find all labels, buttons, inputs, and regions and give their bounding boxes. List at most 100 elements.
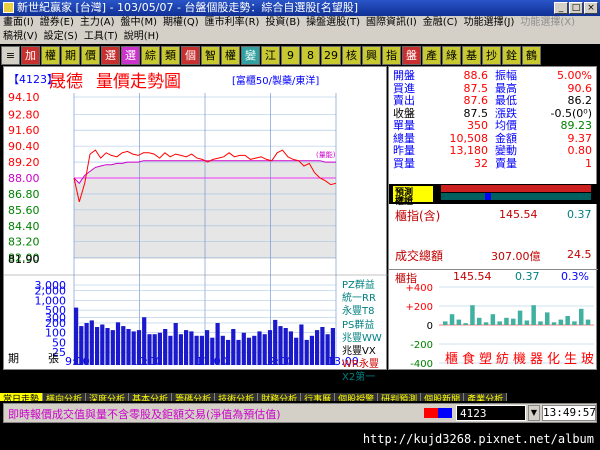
toolbar-button[interactable]: 8 [301,46,320,65]
intraday-chart[interactable]: 94.10 92.80 91.60 90.40 89.20 88.00 86.80 85.60… [4,67,388,371]
mini-tick-label: +200 [406,302,433,313]
broker-item[interactable]: 統一RR [342,292,390,305]
quote-value-2: 5.00% [557,69,592,82]
toolbar-button[interactable]: 產 [422,46,441,65]
menu-item[interactable]: 稿視(V) [0,30,41,44]
index-label: 櫃指(含) [395,209,441,223]
broker-item[interactable]: WR永豐 [342,358,390,371]
toolbar-button[interactable]: 指 [382,46,401,65]
broker-item[interactable]: 永豐T8 [342,305,390,318]
toolbar-button[interactable]: 智 [201,46,220,65]
stock-code-input-box[interactable]: 4123 [456,405,526,421]
broker-item[interactable]: 兆豐VX [342,345,390,358]
sector-label[interactable]: 櫃 [445,352,458,367]
toolbar-button[interactable]: 29 [321,46,341,65]
sector-bar-chart[interactable]: +400 +200 0 -200 -400 櫃食塑紡機器化生玻 [389,283,598,369]
toolbar-button[interactable]: 類 [161,46,180,65]
buy-sell-bar [441,185,591,192]
tab-0[interactable]: 當日走勢 [0,393,44,401]
sector-label[interactable]: 塑 [479,352,492,367]
tab-3[interactable]: 基本分析 [129,393,173,401]
broker-item[interactable]: X2第一 [342,371,390,384]
menu-item[interactable]: 工具(T) [81,30,121,44]
menu-item[interactable]: 功能選擇(X) [517,16,578,30]
tab-1[interactable]: 橫向分析 [43,393,87,401]
quote-label: 昨量 [393,144,415,157]
maximize-button[interactable]: □ [569,2,583,14]
quote-value: 32 [474,156,488,170]
minimize-button[interactable]: _ [554,2,568,14]
sector-bar [517,310,523,325]
tab-10[interactable]: 個股新聞 [421,393,465,401]
mini-index-change: 0.37 [515,270,540,283]
toolbar-button[interactable]: 加 [21,46,40,65]
sector-label[interactable]: 食 [462,351,475,367]
dropdown-arrow-icon[interactable]: ▼ [528,405,540,421]
menu-item[interactable]: 投資(B) [262,16,303,30]
close-button[interactable]: × [584,2,598,14]
turnover-change: 24.5 [567,248,592,261]
sector-bar [545,312,550,325]
quote-label: 開盤 [393,69,415,82]
menu-item[interactable]: 金融(C) [420,16,461,30]
menu-item[interactable]: 期權(Q) [160,16,202,30]
menu-item[interactable]: 國際資訊(I) [363,16,420,30]
toolbar-button[interactable]: 個 [181,46,200,65]
menu-item[interactable]: 匯市利率(R) [202,16,263,30]
menu-item[interactable]: 說明(H) [121,30,162,44]
broker-item[interactable]: PZ群益 [342,279,390,292]
toolbar-button[interactable]: 變 [241,46,260,65]
sector-label[interactable]: 玻 [581,352,594,367]
menu-item[interactable]: 證券(E) [37,16,77,30]
broker-item[interactable]: PS群益 [342,319,390,332]
tab-4[interactable]: 籌碼分析 [172,393,216,401]
menu-item[interactable]: 功能選擇(J) [461,16,518,30]
toolbar-button[interactable]: 銓 [502,46,521,65]
toolbar-button[interactable]: 抄 [482,46,501,65]
toolbar-button[interactable]: 權 [221,46,240,65]
toolbar-button[interactable]: 選 [121,46,140,65]
menu-item[interactable]: 主力(A) [77,16,118,30]
tab-5[interactable]: 技術分析 [215,393,259,401]
menu-item[interactable]: 畫面(I) [0,16,37,30]
toolbar-button[interactable]: 基 [462,46,481,65]
toolbar-button[interactable]: 權 [41,46,60,65]
sector-bar [477,317,482,325]
warrant-label: 權證 [395,197,414,207]
toolbar-button[interactable]: 期 [61,46,80,65]
tab-9[interactable]: 研判預測 [378,393,422,401]
toolbar-button[interactable]: ≡ [1,46,20,65]
menu-item[interactable]: 操盤選股(T) [303,16,363,30]
sector-label[interactable]: 生 [564,352,577,367]
quick-toolbar: ≡ 加權期價選選綜類個智權變江 9 8 29 核興指盤產綠基抄銓鶴 [0,44,600,66]
toolbar-button[interactable]: 選 [101,46,120,65]
toolbar-button[interactable]: 鶴 [522,46,541,65]
sector-label[interactable]: 器 [530,352,543,367]
tab-11[interactable]: 產業分析 [464,393,508,401]
toolbar-button[interactable]: 綜 [141,46,160,65]
volume-bar [262,334,267,365]
toolbar-button[interactable]: 價 [81,46,100,65]
toolbar-button[interactable]: 9 [281,46,300,65]
broker-item[interactable]: 兆豐WW [342,332,390,345]
tab-8[interactable]: 個股授警 [335,393,379,401]
toolbar-button[interactable]: 盤 [402,46,421,65]
sector-label[interactable]: 機 [513,352,526,367]
toolbar-button[interactable]: 江 [261,46,280,65]
price-tick-label: 91.60 [8,124,40,137]
price-tick-label: 85.60 [8,204,40,217]
tab-2[interactable]: 深度分析 [86,393,130,401]
tab-7[interactable]: 行事曆 [301,393,336,401]
sector-bar [443,321,448,325]
toolbar-button[interactable]: 綠 [442,46,461,65]
menu-item[interactable]: 設定(S) [41,30,81,44]
menu-item[interactable]: 盤中(M) [118,16,160,30]
toolbar-button[interactable]: 核 [342,46,361,65]
sector-label[interactable]: 化 [547,352,560,367]
clock: 13:49:57 [542,405,596,421]
toolbar-button[interactable]: 興 [362,46,381,65]
tab-6[interactable]: 財務分析 [258,393,302,401]
price-tick-label: 84.40 [8,220,40,233]
sector-label[interactable]: 紡 [496,352,509,367]
index-change: 0.37 [567,208,592,221]
